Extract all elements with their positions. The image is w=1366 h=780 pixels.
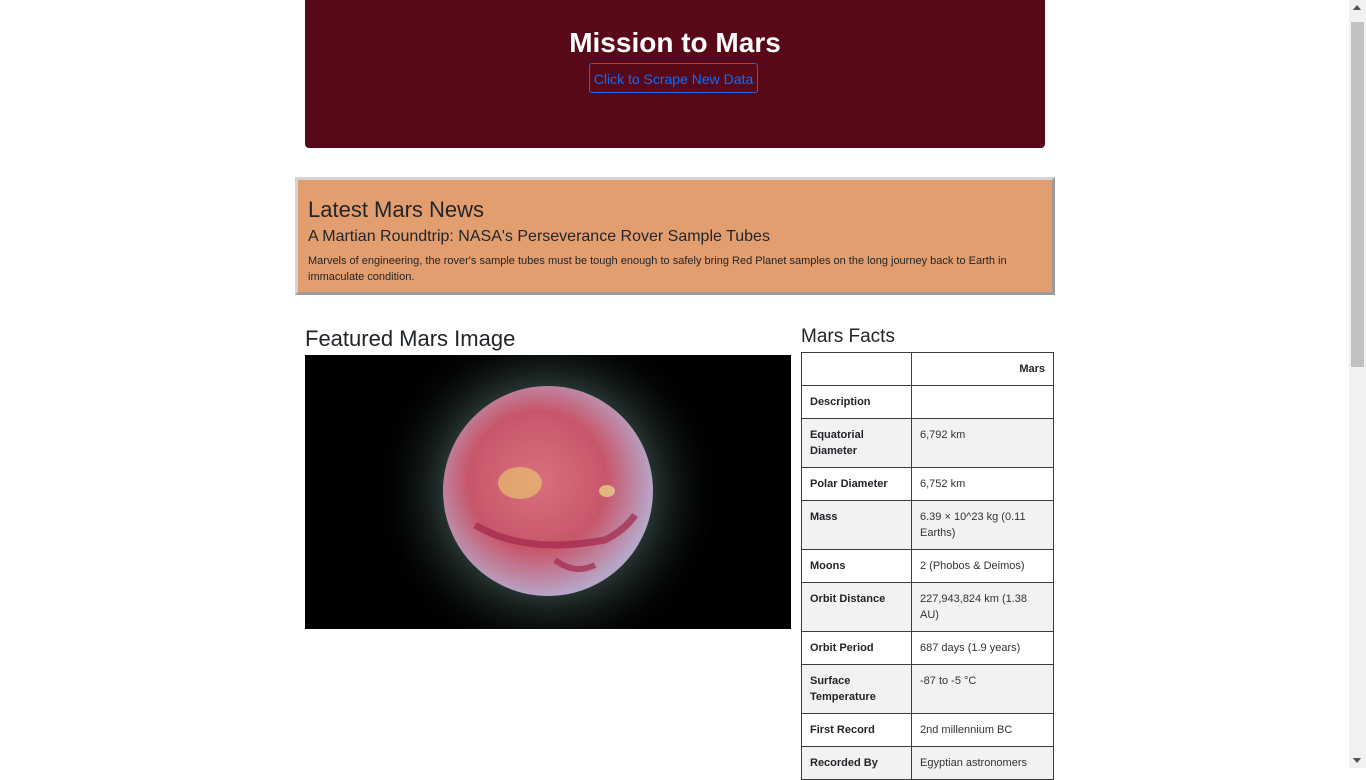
table-row: Description [801,385,1054,419]
facts-header-mars: Mars [911,352,1054,386]
facts-header-empty [801,352,912,386]
fact-value: 2 (Phobos & Deimos) [911,549,1054,583]
fact-value [911,385,1054,419]
fact-value: 6,752 km [911,467,1054,501]
news-title: A Martian Roundtrip: NASA's Perseverance… [308,228,770,245]
fact-value: 6,792 km [911,418,1054,468]
featured-image-heading: Featured Mars Image [305,326,516,351]
scrollbar-thumb[interactable] [1351,22,1364,367]
fact-label: First Record [801,713,912,747]
table-row: Orbit Distance 227,943,824 km (1.38 AU) [801,582,1054,632]
table-row: Orbit Period 687 days (1.9 years) [801,631,1054,665]
sun-image [305,355,791,629]
table-row: Moons 2 (Phobos & Deimos) [801,549,1054,583]
featured-image [305,355,791,629]
scroll-up-arrow-icon[interactable] [1353,5,1361,10]
fact-label: Moons [801,549,912,583]
fact-label: Polar Diameter [801,467,912,501]
fact-label: Surface Temperature [801,664,912,714]
table-row: Recorded By Egyptian astronomers [801,746,1054,780]
fact-value: -87 to -5 °C [911,664,1054,714]
scroll-down-arrow-icon[interactable] [1353,758,1361,763]
fact-label: Description [801,385,912,419]
vertical-scrollbar[interactable] [1349,0,1366,768]
table-row: Mass 6.39 × 10^23 kg (0.11 Earths) [801,500,1054,550]
fact-label: Mass [801,500,912,550]
table-row: First Record 2nd millennium BC [801,713,1054,747]
fact-value: 6.39 × 10^23 kg (0.11 Earths) [911,500,1054,550]
fact-value: 227,943,824 km (1.38 AU) [911,582,1054,632]
header-jumbotron: Mission to Mars Click to Scrape New Data [305,0,1045,148]
news-section: Latest Mars News A Martian Roundtrip: NA… [295,177,1055,295]
facts-heading: Mars Facts [801,326,895,347]
fact-value: Egyptian astronomers [911,746,1054,780]
mars-facts-table: Mars Description Equatorial Diameter 6,7… [801,352,1054,780]
table-row: Equatorial Diameter 6,792 km [801,418,1054,468]
news-paragraph: Marvels of engineering, the rover's samp… [308,255,1007,283]
scrape-button[interactable]: Click to Scrape New Data [589,63,758,93]
fact-label: Orbit Distance [801,582,912,632]
page-title: Mission to Mars [569,27,781,58]
table-row: Polar Diameter 6,752 km [801,467,1054,501]
fact-value: 2nd millennium BC [911,713,1054,747]
news-heading: Latest Mars News [308,197,485,222]
fact-label: Equatorial Diameter [801,418,912,468]
table-row: Surface Temperature -87 to -5 °C [801,664,1054,714]
fact-value: 687 days (1.9 years) [911,631,1054,665]
fact-label: Recorded By [801,746,912,780]
fact-label: Orbit Period [801,631,912,665]
